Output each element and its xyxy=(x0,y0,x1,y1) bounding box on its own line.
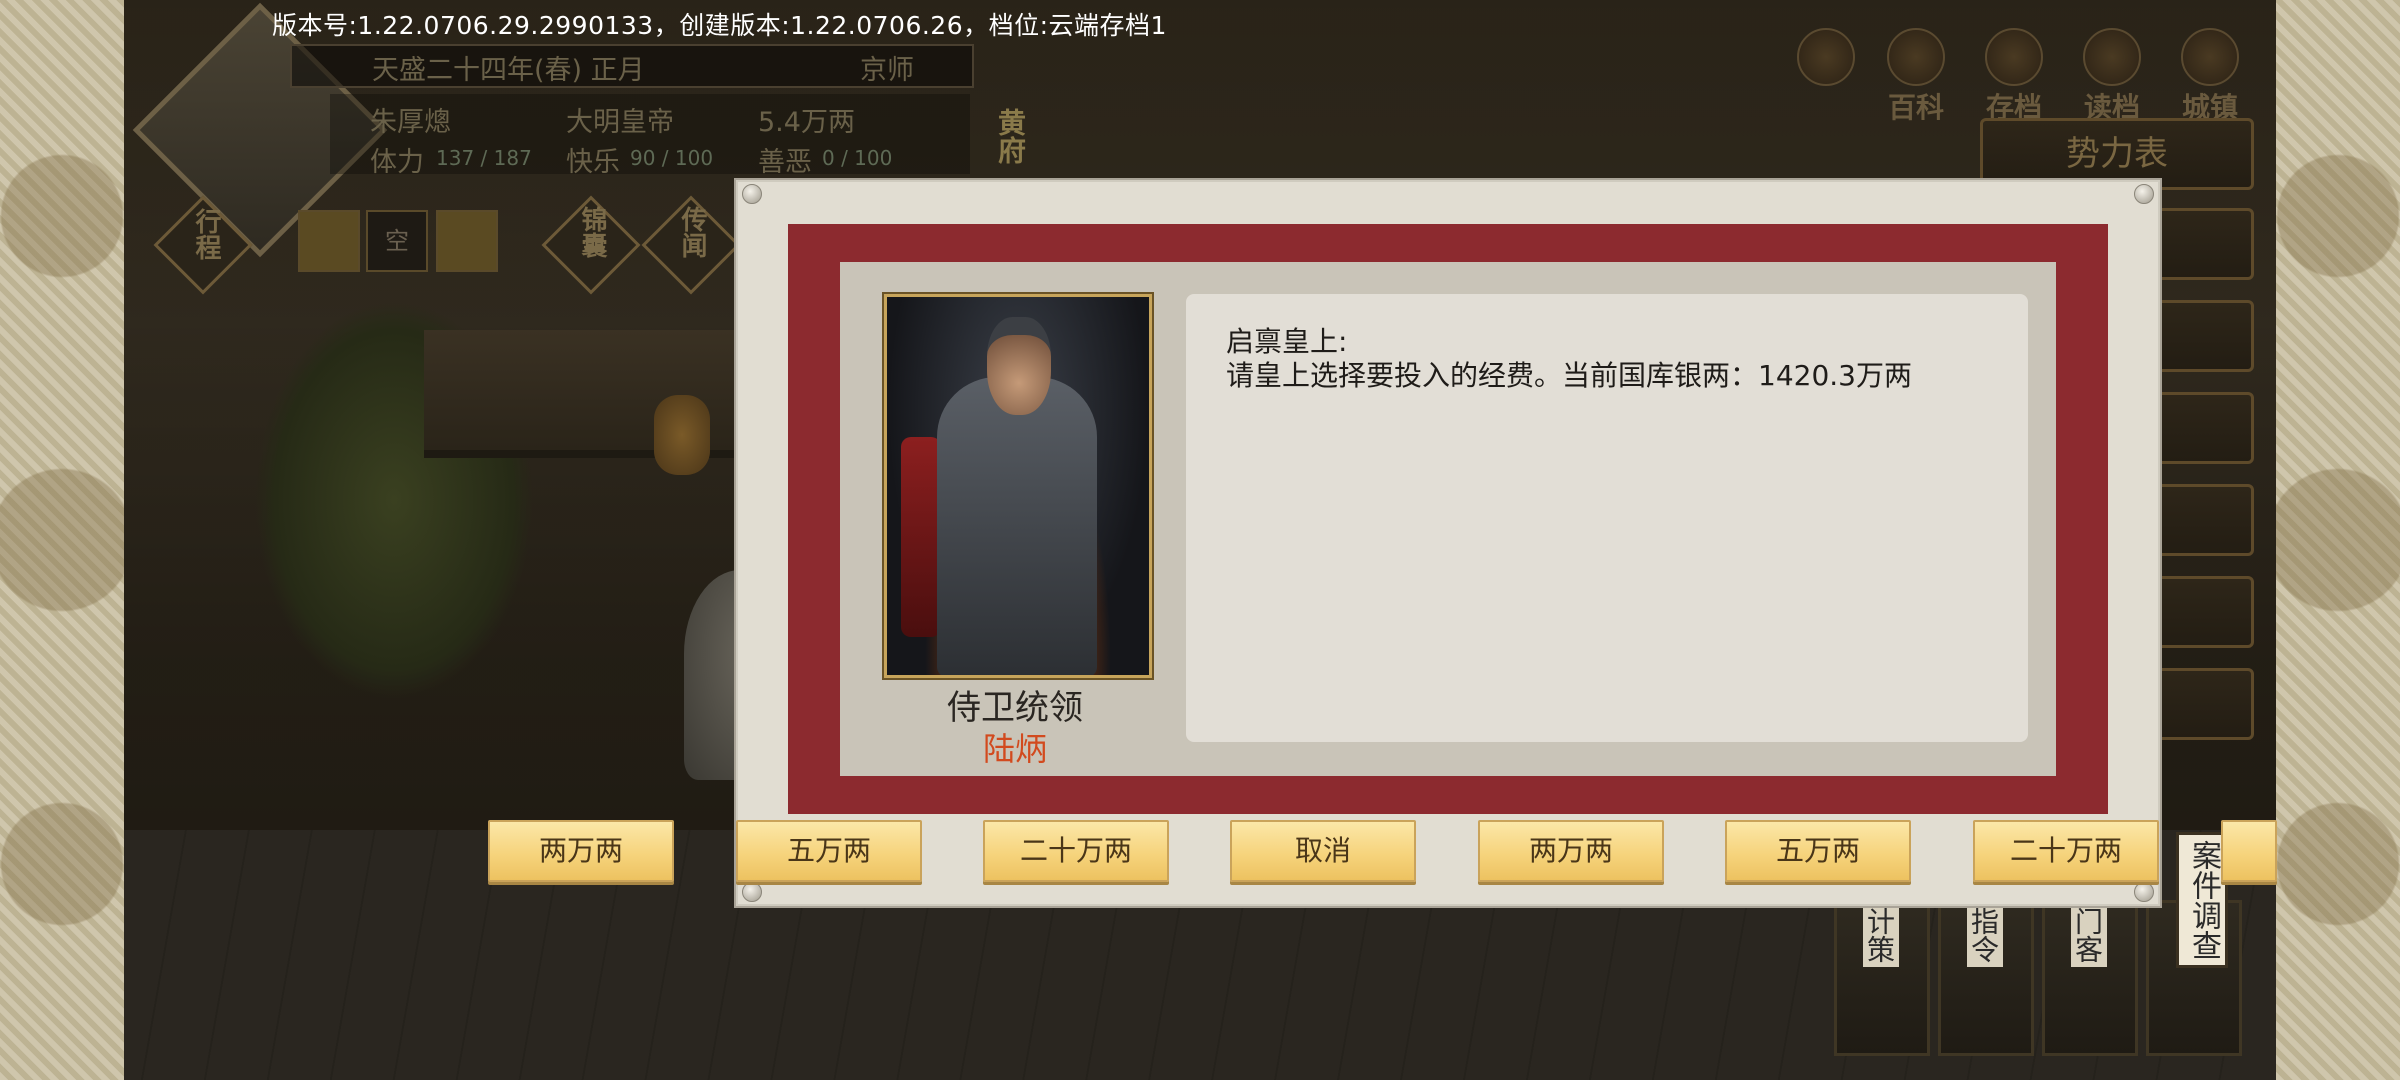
meditate-icon[interactable] xyxy=(436,210,498,272)
joy-label: 快乐 xyxy=(566,147,620,178)
compass-icon[interactable] xyxy=(1786,28,1866,98)
right-ornate-frame xyxy=(2270,0,2400,1080)
current-location: 京师 xyxy=(860,55,914,86)
book-icon xyxy=(1887,28,1945,86)
rivet-decoration xyxy=(742,882,762,902)
news-label: 传闻 xyxy=(677,206,707,258)
joy-value: 90 / 100 xyxy=(630,146,714,170)
mansion-side-label[interactable]: 黄府 xyxy=(990,108,1030,164)
morality-value: 0 / 100 xyxy=(822,146,893,170)
message-body: 请皇上选择要投入的经费。当前国库银两：1420.3万两 xyxy=(1226,359,1912,392)
stamina-label: 体力 xyxy=(370,147,424,178)
stamina-value: 137 / 187 xyxy=(436,146,532,170)
left-ornate-frame xyxy=(0,0,130,1080)
option-50k-button-2[interactable]: 五万两 xyxy=(1725,820,1911,882)
cancel-button[interactable]: 取消 xyxy=(1230,820,1416,882)
rivet-decoration xyxy=(742,184,762,204)
option-200k-button-2[interactable]: 二十万两 xyxy=(1973,820,2159,882)
load-button[interactable]: 读档 xyxy=(2072,28,2152,124)
player-name: 朱厚熜 xyxy=(370,107,451,138)
game-date: 天盛二十四年(春) 正月 xyxy=(372,55,645,86)
player-money: 5.4万两 xyxy=(758,107,855,138)
bag-label: 锦囊 xyxy=(577,206,607,258)
load-icon xyxy=(2083,28,2141,86)
option-20k-button-2[interactable]: 两万两 xyxy=(1478,820,1664,882)
option-200k-button[interactable]: 二十万两 xyxy=(983,820,1169,882)
rivet-decoration xyxy=(2134,184,2154,204)
town-icon xyxy=(2181,28,2239,86)
save-icon xyxy=(1985,28,2043,86)
encyclopedia-button[interactable]: 百科 xyxy=(1876,28,1956,124)
strategy-card[interactable]: 计策 xyxy=(1834,900,1930,1056)
retainer-card[interactable]: 门客 xyxy=(2042,900,2138,1056)
character-title: 侍卫统领 xyxy=(947,688,1083,728)
funding-dialog: 侍卫统领 陆炳 启禀皇上: 请皇上选择要投入的经费。当前国库银两：1420.3万… xyxy=(734,178,2162,908)
empty-slot[interactable]: 空 xyxy=(366,210,428,272)
option-20k-button[interactable]: 两万两 xyxy=(488,820,674,882)
character-name: 陆炳 xyxy=(982,730,1047,768)
town-button[interactable]: 城镇 xyxy=(2170,28,2250,124)
lantern-decoration xyxy=(654,395,710,475)
player-title: 大明皇帝 xyxy=(566,107,674,138)
itinerary-label: 行程 xyxy=(191,208,221,260)
boot-icon[interactable] xyxy=(298,210,360,272)
version-info: 版本号:1.22.0706.29.2990133，创建版本:1.22.0706.… xyxy=(272,11,1167,40)
character-portrait xyxy=(884,294,1152,678)
option-50k-button[interactable]: 五万两 xyxy=(736,820,922,882)
message-box: 启禀皇上: 请皇上选择要投入的经费。当前国库银两：1420.3万两 xyxy=(1186,294,2028,742)
option-overflow-button[interactable] xyxy=(2221,820,2277,882)
dialog-inner-panel: 侍卫统领 陆炳 启禀皇上: 请皇上选择要投入的经费。当前国库银两：1420.3万… xyxy=(840,262,2056,776)
command-card[interactable]: 指令 xyxy=(1938,900,2034,1056)
save-button[interactable]: 存档 xyxy=(1974,28,2054,124)
rivet-decoration xyxy=(2134,882,2154,902)
dialog-red-border: 侍卫统领 陆炳 启禀皇上: 请皇上选择要投入的经费。当前国库银两：1420.3万… xyxy=(788,224,2108,814)
morality-label: 善恶 xyxy=(758,147,812,178)
